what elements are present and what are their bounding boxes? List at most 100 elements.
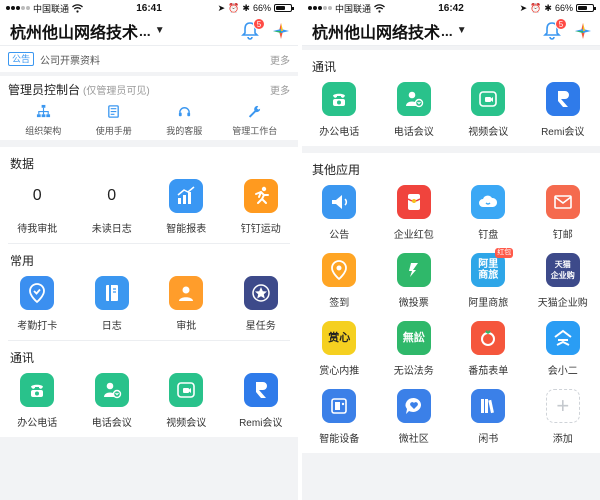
ali-travel-icon: 阿里 商旅 红包	[471, 248, 514, 287]
headset-icon	[178, 107, 190, 117]
wifi-icon	[374, 3, 385, 13]
wifi-icon	[72, 3, 83, 13]
cell-label: 智能设备	[319, 434, 360, 445]
battery-icon	[575, 4, 596, 12]
manual-icon	[108, 105, 120, 118]
cell-label: Remi会议	[239, 418, 283, 429]
red-packet-tag: 红包	[495, 248, 514, 258]
notice-more-link[interactable]: 更多	[270, 52, 290, 67]
battery-percent: 66%	[252, 3, 271, 13]
app-header: 杭州他山网络技术 ... ▼ 5	[0, 16, 298, 46]
cell-label: 无讼法务	[393, 366, 434, 377]
plus-icon: +	[545, 389, 580, 423]
org-name[interactable]: 杭州他山网络技术	[10, 19, 138, 43]
admin-title: 管理员控制台	[8, 82, 81, 97]
app-check-in[interactable]: 签到	[302, 245, 377, 313]
cell-label: Remi会议	[541, 127, 585, 138]
bell-icon[interactable]: 5	[542, 17, 567, 41]
battery-icon	[273, 4, 294, 12]
notification-badge: 5	[555, 17, 567, 30]
admin-item-support[interactable]: 我的客服	[149, 104, 220, 137]
app-tomato-form[interactable]: 番茄表单	[451, 313, 526, 381]
cell-label: 公告	[329, 230, 350, 241]
notification-badge: 5	[253, 17, 265, 30]
section-title: 常用	[10, 254, 35, 268]
app-shangxin-referral[interactable]: 赏心 赏心内推	[302, 313, 377, 381]
cell-label: 电话会议	[393, 127, 434, 138]
notice-text[interactable]: 公司开票资料	[40, 52, 270, 67]
cell-label: 钉钉运动	[240, 224, 281, 235]
comm-section: 通讯 办公电话 电话会议 视频会议 Remi会议	[302, 50, 600, 146]
wusong-icon: 無訟	[396, 321, 431, 355]
app-video-meeting[interactable]: 视频会议	[149, 365, 224, 433]
runner-icon	[243, 179, 278, 213]
app-ding-mail[interactable]: 钉邮	[526, 177, 600, 245]
compass-icon[interactable]	[574, 22, 592, 40]
cell-label: 待我审批	[17, 224, 58, 235]
app-phone-meeting[interactable]: 电话会议	[75, 365, 150, 433]
comm-card: 通讯 办公电话 电话会议 视频会议 Remi会议	[302, 50, 600, 146]
app-video-meeting[interactable]: 视频会议	[451, 74, 526, 142]
app-tmall-enterprise[interactable]: 天猫 企业购 天猫企业购	[526, 245, 600, 313]
shangxin-icon: 赏心	[322, 321, 357, 355]
cell-label: 考勤打卡	[17, 321, 58, 332]
cell-label: 智能报表	[166, 224, 207, 235]
app-dingtalk-sport[interactable]: 钉钉运动	[224, 171, 299, 239]
unread-log-item[interactable]: 0 未读日志	[75, 171, 150, 239]
app-office-phone[interactable]: 办公电话	[0, 365, 75, 433]
app-remi-meeting[interactable]: Remi会议	[526, 74, 600, 142]
phone-icon	[322, 82, 357, 116]
section-title: 通讯	[10, 351, 35, 365]
admin-item-workbench[interactable]: 管理工作台	[220, 104, 291, 137]
app-office-phone[interactable]: 办公电话	[302, 74, 377, 142]
cell-label: 赏心内推	[319, 366, 360, 377]
app-micro-community[interactable]: 微社区	[377, 381, 452, 449]
person-card-icon	[169, 276, 204, 310]
books-icon	[471, 389, 506, 423]
notice-bar[interactable]: 公告 公司开票资料 更多	[0, 46, 298, 72]
chevron-down-icon[interactable]: ▼	[457, 25, 467, 36]
video-call-icon	[471, 82, 506, 116]
carrier-label: 中国联通	[335, 3, 372, 14]
chevron-down-icon[interactable]: ▼	[155, 25, 165, 36]
pin-icon	[322, 253, 357, 287]
app-log[interactable]: 日志	[75, 268, 150, 336]
cell-label: 未读日志	[91, 224, 132, 235]
cell-label: 钉邮	[552, 230, 573, 241]
apps-card: 数据 0 待我审批 0 未读日志 智能报表 钉钉运动 常用 考勤打卡 日志 审批…	[0, 147, 298, 437]
app-xian-shu[interactable]: 闲书	[451, 381, 526, 449]
app-remi-meeting[interactable]: Remi会议	[224, 365, 299, 433]
org-name[interactable]: 杭州他山网络技术	[312, 19, 440, 43]
app-wusong-legal[interactable]: 無訟 无讼法务	[377, 313, 452, 381]
admin-item-manual[interactable]: 使用手册	[79, 104, 150, 137]
app-approval[interactable]: 审批	[149, 268, 224, 336]
app-phone-meeting[interactable]: 电话会议	[377, 74, 452, 142]
phone-icon	[20, 373, 55, 407]
add-app-button[interactable]: + 添加	[526, 381, 600, 449]
device-icon	[322, 389, 357, 423]
app-smart-report[interactable]: 智能报表	[149, 171, 224, 239]
app-star-task[interactable]: 星任务	[224, 268, 299, 336]
app-attendance[interactable]: 考勤打卡	[0, 268, 75, 336]
compass-icon[interactable]	[272, 22, 290, 40]
app-ali-travel[interactable]: 阿里 商旅 红包 阿里商旅	[451, 245, 526, 313]
app-ding-disk[interactable]: 钉盘	[451, 177, 526, 245]
remi-icon	[243, 373, 278, 407]
admin-more-link[interactable]: 更多	[270, 82, 290, 97]
app-micro-vote[interactable]: 微投票	[377, 245, 452, 313]
cell-label: 星任务	[245, 321, 276, 332]
cell-label: 番茄表单	[468, 366, 509, 377]
remi-icon	[545, 82, 580, 116]
icon-text: 天猫 企业购	[550, 260, 575, 280]
app-red-packet[interactable]: 企业红包	[377, 177, 452, 245]
pending-approval-item[interactable]: 0 待我审批	[0, 171, 75, 239]
app-hui-xiaoer[interactable]: 会小二	[526, 313, 600, 381]
bell-icon[interactable]: 5	[240, 17, 265, 41]
app-announcement[interactable]: 公告	[302, 177, 377, 245]
megaphone-icon	[322, 185, 357, 219]
admin-item-org-structure[interactable]: 组织架构	[8, 104, 79, 137]
cell-label: 办公电话	[17, 418, 58, 429]
app-smart-device[interactable]: 智能设备	[302, 381, 377, 449]
section-title: 其他应用	[312, 163, 361, 177]
cell-label: 微社区	[398, 434, 429, 445]
